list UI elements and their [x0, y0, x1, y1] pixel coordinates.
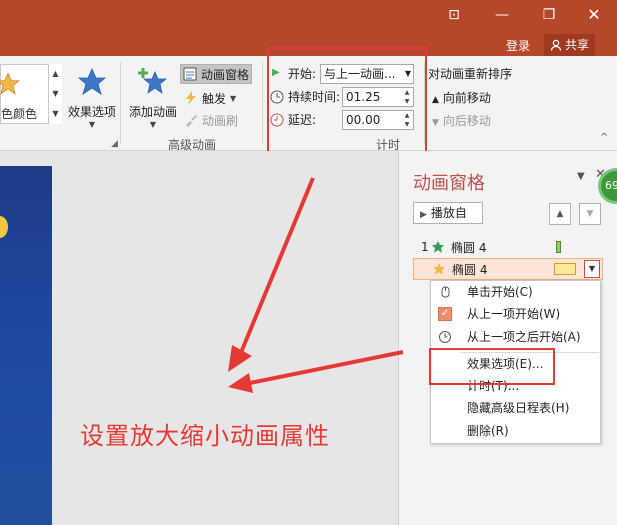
brush-icon [186, 115, 197, 127]
menu-item-label: 删除(R) [467, 424, 509, 438]
triangle-down-icon: ▼ [432, 118, 439, 128]
pane-title: 动画窗格 [413, 173, 485, 194]
moon-shape[interactable] [0, 216, 8, 238]
menu-item-after-previous[interactable]: 从上一项之后开始(A) [431, 326, 600, 348]
chevron-down-icon: ▼ [230, 93, 237, 103]
chevron-down-icon: ▼ [149, 120, 157, 129]
trigger-button[interactable]: 触发 ▼ [184, 88, 236, 108]
effect-options-highlight-box [429, 348, 555, 385]
dialog-launcher-icon[interactable]: ◢ [111, 139, 118, 149]
effect-options-button[interactable]: 效果选项 ▼ [66, 66, 118, 129]
menu-item-remove[interactable]: 删除(R) [431, 420, 600, 442]
play-from-label: 播放自 [430, 206, 467, 220]
close-button[interactable]: ✕ [580, 4, 608, 26]
reorder-animation-label: 对动画重新排序 [428, 67, 513, 81]
gallery-more-icon[interactable]: ▼ [49, 104, 62, 124]
menu-item-label: 单击开始(C) [467, 285, 533, 299]
animation-painter-label: 动画刷 [202, 113, 239, 128]
scroll-down-icon[interactable]: ▼ [49, 84, 62, 104]
move-later-button[interactable]: ▼ 向后移动 [432, 112, 491, 129]
star-icon [433, 263, 445, 275]
add-star-icon [138, 68, 168, 94]
move-down-button[interactable]: ▼ [579, 203, 601, 225]
check-icon: ✓ [438, 307, 452, 321]
mouse-click-icon [441, 286, 450, 298]
chevron-down-icon: ▼ [88, 120, 96, 129]
gallery-scrollbar[interactable]: ▲ ▼ ▼ [48, 64, 62, 124]
play-from-button[interactable]: ▶ 播放自 [413, 202, 483, 224]
ribbon-display-options-icon[interactable]: ⊡ [440, 4, 468, 26]
star-icon [432, 241, 444, 253]
menu-item-hide-timeline[interactable]: 隐藏高级日程表(H) [431, 397, 600, 419]
menu-item-label: 隐藏高级日程表(H) [467, 401, 570, 415]
item-name: 椭圆 4 [452, 262, 488, 277]
move-earlier-label: 向前移动 [442, 91, 491, 105]
move-later-label: 向后移动 [442, 114, 491, 128]
animation-pane-label: 动画窗格 [201, 67, 250, 82]
person-icon [550, 39, 562, 51]
move-earlier-button[interactable]: ▲ 向前移动 [432, 89, 491, 106]
slide-canvas[interactable] [0, 166, 52, 525]
share-label: 共享 [565, 38, 590, 52]
star-icon [0, 72, 21, 95]
item-dropdown-icon[interactable]: ▼ [584, 260, 600, 278]
share-button[interactable]: 共享 [544, 34, 596, 56]
slide-area: 设置放大缩小动画属性 [0, 151, 398, 525]
group-divider [120, 62, 121, 144]
minimize-button[interactable]: — [488, 4, 516, 26]
animation-painter-button[interactable]: 动画刷 [184, 110, 238, 130]
animation-item[interactable]: 1 椭圆 4 [421, 237, 561, 257]
login-link[interactable]: 登录 [506, 37, 530, 54]
triangle-up-icon: ▲ [556, 209, 564, 219]
animation-pane-button[interactable]: 动画窗格 [180, 64, 253, 84]
star-icon [77, 68, 107, 95]
clock-icon [439, 331, 451, 343]
item-index: 1 [421, 240, 429, 254]
play-icon: ▶ [420, 210, 427, 220]
timeline-bar [556, 241, 561, 253]
timeline-bar [554, 263, 576, 275]
add-animation-button[interactable]: 添加动画 ▼ [126, 66, 180, 129]
scroll-up-icon[interactable]: ▲ [49, 64, 62, 84]
trigger-label: 触发 [202, 91, 227, 106]
add-animation-label: 添加动画 [128, 105, 177, 119]
item-name: 椭圆 4 [451, 240, 487, 255]
triangle-down-icon: ▼ [586, 209, 594, 219]
triangle-up-icon: ▲ [432, 95, 439, 105]
menu-item-click-start[interactable]: 单击开始(C) [431, 281, 600, 303]
menu-item-label: 从上一项开始(W) [467, 307, 561, 321]
animation-pane-icon [183, 67, 197, 81]
menu-item-label: 从上一项之后开始(A) [467, 330, 581, 344]
move-up-button[interactable]: ▲ [549, 203, 571, 225]
effect-options-label: 效果选项 [67, 105, 116, 119]
collapse-ribbon-icon[interactable]: ^ [600, 132, 608, 143]
instruction-caption: 设置放大缩小动画属性 [80, 422, 330, 450]
menu-item-with-previous[interactable]: ✓ 从上一项开始(W) [431, 303, 600, 325]
lightning-icon [186, 91, 196, 105]
restore-button[interactable]: ❐ [535, 4, 563, 26]
group-divider [262, 62, 263, 144]
animation-item-selected[interactable]: 椭圆 4 ▼ [413, 258, 603, 280]
pane-options-icon[interactable]: ▼ [577, 171, 585, 182]
gallery-label: 色颜色 [1, 107, 38, 121]
timing-highlight-box [267, 47, 427, 157]
